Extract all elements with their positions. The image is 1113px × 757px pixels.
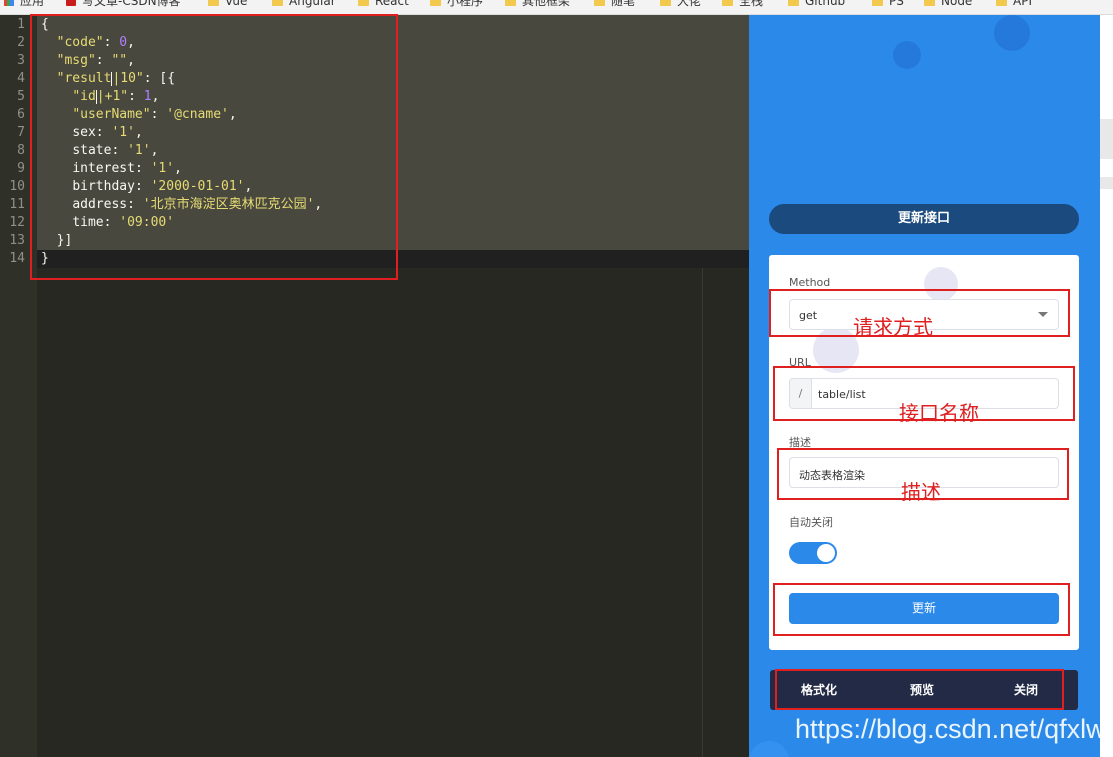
- annotation-label-description: 描述: [901, 480, 941, 504]
- csdn-icon: [66, 0, 76, 6]
- code-line[interactable]: {: [41, 16, 49, 34]
- apps-icon: [4, 0, 14, 6]
- update-api-title[interactable]: 更新接口: [769, 204, 1079, 234]
- code-line[interactable]: state: '1',: [41, 142, 158, 160]
- watermark-text: https://blog.csdn.net/qfxlw: [795, 714, 1106, 744]
- folder-icon: [505, 0, 516, 6]
- bookmark-csdn[interactable]: 写文章-CSDN博客: [66, 0, 181, 8]
- code-line[interactable]: time: '09:00': [41, 214, 174, 232]
- chevron-down-icon: [1038, 312, 1048, 317]
- bookmark-miniprogram[interactable]: 小程序: [430, 0, 483, 8]
- line-number: 7: [17, 125, 25, 140]
- line-number: 6: [17, 107, 25, 122]
- update-button[interactable]: 更新: [789, 593, 1059, 624]
- decorative-bubble: [924, 267, 958, 301]
- bookmark-api[interactable]: API: [996, 0, 1032, 8]
- code-line[interactable]: "msg": "",: [41, 52, 135, 70]
- url-value: table/list: [818, 388, 866, 401]
- preview-button[interactable]: 预览: [910, 670, 934, 710]
- folder-icon: [358, 0, 369, 6]
- action-bar: 格式化 预览 关闭: [770, 670, 1078, 710]
- line-number: 12: [9, 215, 25, 230]
- line-number-gutter: 1 2 3 4 5 6 7 8 9 10 11 12 13 14: [0, 15, 37, 757]
- bookmark-fullstack[interactable]: 全栈: [722, 0, 763, 8]
- bookmark-apps[interactable]: 应用: [4, 0, 44, 8]
- bookmarks-bar: 应用 写文章-CSDN博客 Vue Angular React 小程序 其他框架…: [0, 0, 1113, 15]
- decorative-bubble: [749, 741, 789, 757]
- code-line[interactable]: }]: [41, 232, 73, 250]
- folder-icon: [722, 0, 733, 6]
- method-label: Method: [789, 276, 831, 289]
- code-line[interactable]: "result|10": [{: [41, 70, 175, 88]
- bookmark-other-frameworks[interactable]: 其他框架: [505, 0, 570, 8]
- bookmark-angular[interactable]: Angular: [272, 0, 336, 8]
- active-line-highlight: [37, 250, 749, 268]
- decorative-bubble: [893, 41, 921, 69]
- folder-icon: [996, 0, 1007, 6]
- code-line[interactable]: interest: '1',: [41, 160, 182, 178]
- folder-icon: [872, 0, 883, 6]
- folder-icon: [660, 0, 671, 6]
- code-line[interactable]: "code": 0,: [41, 34, 135, 52]
- line-number: 11: [9, 197, 25, 212]
- line-number: 13: [9, 233, 25, 248]
- bookmark-vue[interactable]: Vue: [208, 0, 247, 8]
- folder-icon: [208, 0, 219, 6]
- print-margin-line: [702, 268, 703, 757]
- auto-close-toggle[interactable]: [789, 542, 837, 564]
- folder-icon: [788, 0, 799, 6]
- line-number: 8: [17, 143, 25, 158]
- edge-bar: [1100, 119, 1113, 159]
- edge-bar: [1100, 177, 1113, 189]
- line-number: 14: [9, 251, 25, 266]
- folder-icon: [430, 0, 441, 6]
- folder-icon: [272, 0, 283, 6]
- code-line[interactable]: address: '北京市海淀区奥林匹克公园',: [41, 196, 322, 214]
- bookmark-node[interactable]: Node: [924, 0, 972, 8]
- code-line[interactable]: }: [41, 250, 49, 268]
- bookmark-github[interactable]: Github: [788, 0, 845, 8]
- description-value: 动态表格渲染: [799, 469, 865, 482]
- line-number: 1: [17, 17, 25, 32]
- bookmark-react[interactable]: React: [358, 0, 409, 8]
- line-number: 2: [17, 35, 25, 50]
- toggle-knob: [817, 544, 835, 562]
- close-button[interactable]: 关闭: [1014, 670, 1038, 710]
- auto-close-label: 自动关闭: [789, 516, 833, 529]
- page-scroll-edge: [1100, 15, 1113, 757]
- line-number: 4: [17, 71, 25, 86]
- line-number: 3: [17, 53, 25, 68]
- code-line[interactable]: birthday: '2000-01-01',: [41, 178, 252, 196]
- folder-icon: [924, 0, 935, 6]
- bookmark-essays[interactable]: 随笔: [594, 0, 635, 8]
- annotation-label-method: 请求方式: [853, 315, 933, 339]
- code-line[interactable]: "id|+1": 1,: [41, 88, 159, 106]
- url-prefix: /: [790, 379, 812, 408]
- bookmark-ps[interactable]: PS: [872, 0, 904, 8]
- bookmark-experts[interactable]: 大佬: [660, 0, 701, 8]
- line-number: 5: [17, 89, 25, 104]
- decorative-bubble: [994, 15, 1030, 51]
- line-number: 9: [17, 161, 25, 176]
- line-number: 10: [9, 179, 25, 194]
- code-line[interactable]: "userName": '@cname',: [41, 106, 236, 124]
- method-value: get: [799, 309, 818, 322]
- code-line[interactable]: sex: '1',: [41, 124, 142, 142]
- annotation-label-url: 接口名称: [899, 401, 979, 425]
- code-editor[interactable]: 1 2 3 4 5 6 7 8 9 10 11 12 13 14 { "code…: [0, 15, 749, 757]
- description-label: 描述: [789, 436, 811, 449]
- folder-icon: [594, 0, 605, 6]
- url-label: URL: [789, 356, 811, 369]
- format-button[interactable]: 格式化: [801, 670, 837, 710]
